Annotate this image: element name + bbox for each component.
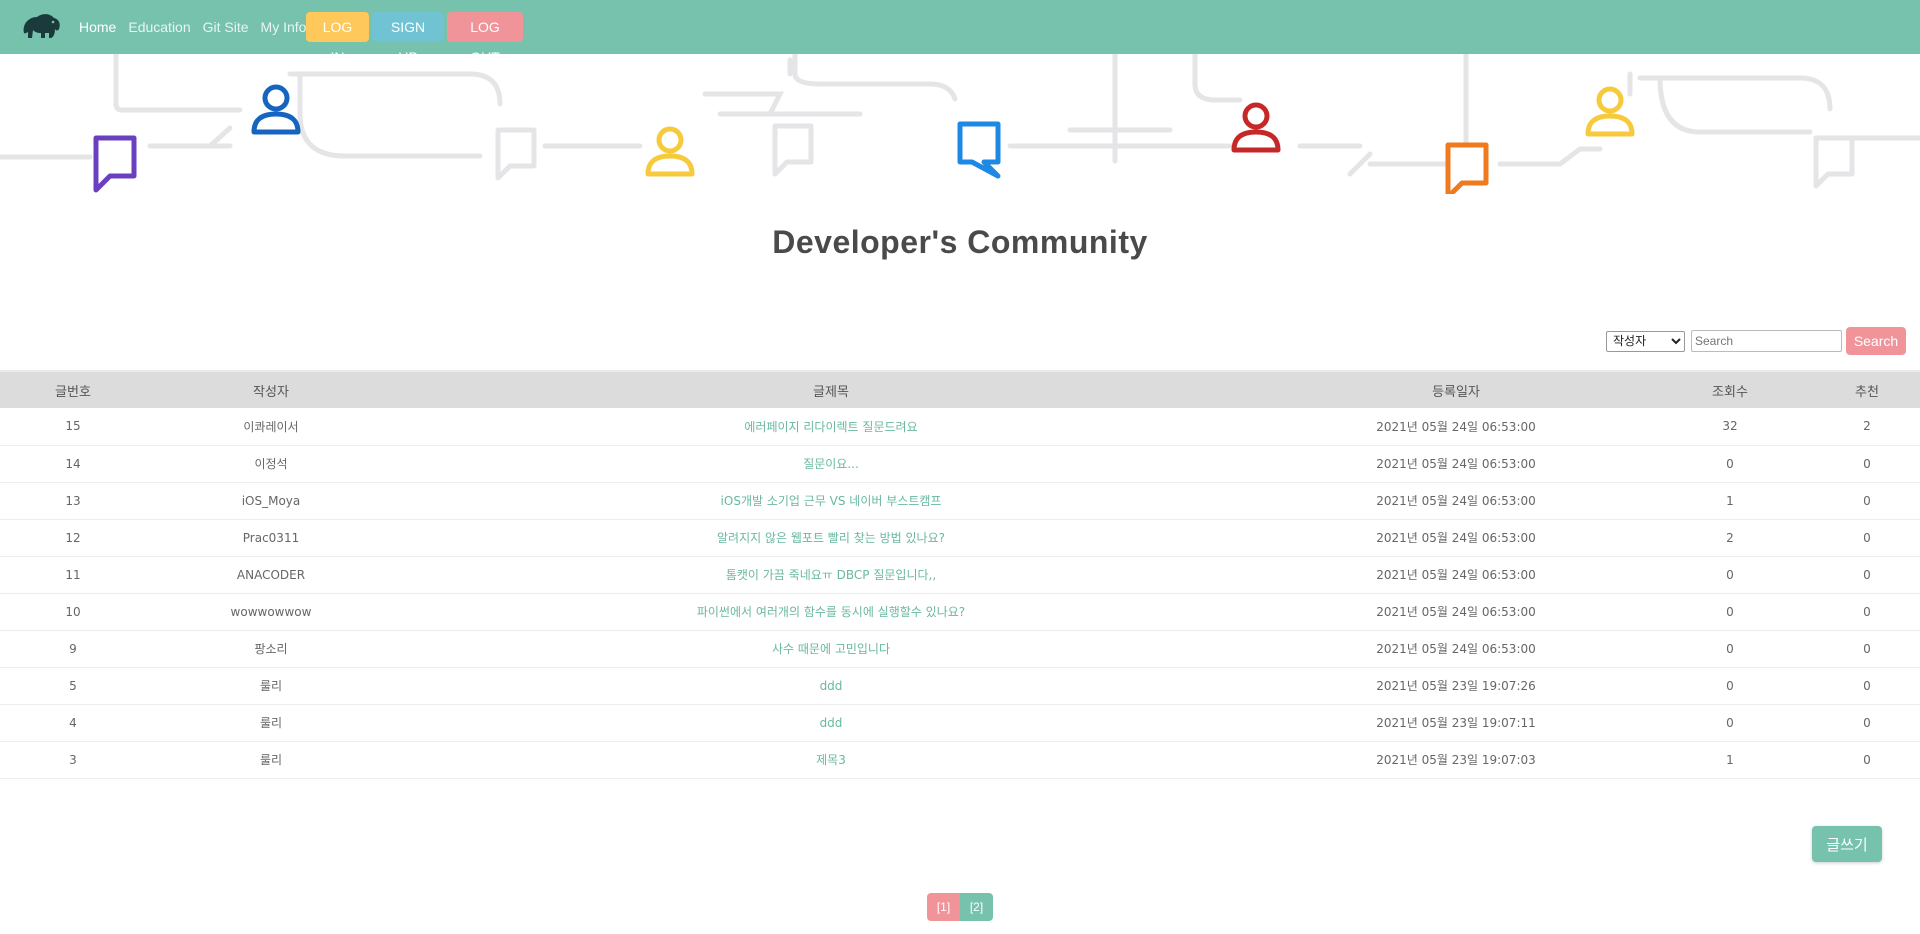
post-views: 0 [1646,630,1814,668]
table-row[interactable]: 9 팡소리 사수 때문에 고민입니다 2021년 05월 24일 06:53:0… [0,630,1920,668]
post-views: 0 [1646,704,1814,742]
post-title-link[interactable]: 파이썬에서 여러개의 함수를 동시에 실행할수 있나요? [396,593,1266,631]
post-views: 0 [1646,667,1814,705]
post-recommend: 0 [1814,667,1920,705]
post-recommend: 0 [1814,593,1920,631]
signup-button[interactable]: SIGN UP [372,12,444,65]
post-number: 4 [0,704,146,742]
post-views: 0 [1646,593,1814,631]
table-header-row: 글번호 작성자 글제목 등록일자 조회수 추천 [0,371,1920,408]
table-row[interactable]: 5 룰리 ddd 2021년 05월 23일 19:07:26 0 0 [0,667,1920,705]
nav-link-home[interactable]: Home [79,19,116,35]
post-number: 10 [0,593,146,631]
post-date: 2021년 05월 24일 06:53:00 [1266,482,1646,520]
post-number: 13 [0,482,146,520]
post-recommend: 0 [1814,519,1920,557]
post-recommend: 0 [1814,445,1920,483]
post-title-link[interactable]: 사수 때문에 고민입니다 [396,630,1266,668]
header-writer: 작성자 [253,384,289,400]
top-navbar: Home Education Git Site My Info LOG IN S… [0,0,1920,65]
post-recommend: 0 [1814,741,1920,779]
search-bar: 작성자 Search [1606,327,1906,355]
post-number: 12 [0,519,146,557]
post-writer: 팡소리 [146,630,396,668]
post-writer: ANACODER [146,556,396,594]
search-input[interactable] [1691,330,1842,352]
post-recommend: 0 [1814,556,1920,594]
nav-link-education[interactable]: Education [128,19,190,35]
table-row[interactable]: 4 룰리 ddd 2021년 05월 23일 19:07:11 0 0 [0,704,1920,742]
pagination: [1] [2] [927,893,993,921]
post-number: 11 [0,556,146,594]
login-button[interactable]: LOG IN [306,12,369,65]
table-row[interactable]: 13 iOS_Moya iOS개발 소기업 근무 VS 네이버 부스트캠프 20… [0,482,1920,520]
page-1-button[interactable]: [1] [927,893,960,921]
post-views: 32 [1646,408,1814,446]
page-2-button[interactable]: [2] [960,893,993,921]
elephant-logo-icon[interactable] [20,11,62,41]
post-date: 2021년 05월 24일 06:53:00 [1266,593,1646,631]
post-writer: 룰리 [146,704,396,742]
post-writer: 이정석 [146,445,396,483]
table-row[interactable]: 15 이콰레이서 에러페이지 리다이렉트 질문드려요 2021년 05월 24일… [0,408,1920,446]
post-views: 0 [1646,556,1814,594]
post-views: 1 [1646,741,1814,779]
nav-link-git-site[interactable]: Git Site [203,19,249,35]
header-date: 등록일자 [1432,384,1480,400]
post-recommend: 0 [1814,482,1920,520]
table-row[interactable]: 11 ANACODER 톰캣이 가끔 죽네요ㅠ DBCP 질문입니다,, 202… [0,556,1920,594]
search-button[interactable]: Search [1846,327,1906,355]
post-writer: iOS_Moya [146,482,396,520]
post-date: 2021년 05월 23일 19:07:26 [1266,667,1646,705]
post-number: 5 [0,667,146,705]
table-row[interactable]: 12 Prac0311 알려지지 않은 웹포트 빨리 찾는 방법 있나요? 20… [0,519,1920,557]
table-row[interactable]: 3 룰리 제목3 2021년 05월 23일 19:07:03 1 0 [0,741,1920,779]
post-table: 글번호 작성자 글제목 등록일자 조회수 추천 15 이콰레이서 에러페이지 리… [0,370,1920,779]
post-date: 2021년 05월 24일 06:53:00 [1266,445,1646,483]
post-recommend: 2 [1814,408,1920,446]
table-row[interactable]: 14 이정석 질문이요... 2021년 05월 24일 06:53:00 0 … [0,445,1920,483]
header-title: 글제목 [813,384,849,400]
post-views: 0 [1646,445,1814,483]
post-title-link[interactable]: 알려지지 않은 웹포트 빨리 찾는 방법 있나요? [396,519,1266,557]
post-writer: Prac0311 [146,519,396,557]
community-hero-banner [0,54,1920,194]
table-row[interactable]: 10 wowwowwow 파이썬에서 여러개의 함수를 동시에 실행할수 있나요… [0,593,1920,631]
logout-button[interactable]: LOG OUT [447,12,523,65]
post-title-link[interactable]: 제목3 [396,741,1266,779]
post-writer: 이콰레이서 [146,408,396,446]
nav-link-my-info[interactable]: My Info [261,19,307,35]
write-post-button[interactable]: 글쓰기 [1812,826,1882,862]
post-title-link[interactable]: 톰캣이 가끔 죽네요ㅠ DBCP 질문입니다,, [396,556,1266,594]
post-title-link[interactable]: ddd [396,704,1266,742]
post-date: 2021년 05월 23일 19:07:11 [1266,704,1646,742]
post-views: 1 [1646,482,1814,520]
post-number: 9 [0,630,146,668]
post-title-link[interactable]: iOS개발 소기업 근무 VS 네이버 부스트캠프 [396,482,1266,520]
post-title-link[interactable]: 에러페이지 리다이렉트 질문드려요 [396,408,1266,446]
post-date: 2021년 05월 24일 06:53:00 [1266,519,1646,557]
post-date: 2021년 05월 24일 06:53:00 [1266,556,1646,594]
post-writer: 룰리 [146,667,396,705]
post-number: 14 [0,445,146,483]
header-views: 조회수 [1712,384,1748,400]
post-recommend: 0 [1814,704,1920,742]
post-date: 2021년 05월 23일 19:07:03 [1266,741,1646,779]
post-writer: 룰리 [146,741,396,779]
post-recommend: 0 [1814,630,1920,668]
post-date: 2021년 05월 24일 06:53:00 [1266,408,1646,446]
post-number: 3 [0,741,146,779]
post-writer: wowwowwow [146,593,396,631]
post-views: 2 [1646,519,1814,557]
page-title: Developer's Community [772,224,1148,260]
post-date: 2021년 05월 24일 06:53:00 [1266,630,1646,668]
header-post-number: 글번호 [55,384,91,400]
post-title-link[interactable]: ddd [396,667,1266,705]
search-type-select[interactable]: 작성자 [1606,330,1685,352]
post-title-link[interactable]: 질문이요... [396,445,1266,483]
header-recommend: 추천 [1855,384,1879,400]
post-number: 15 [0,408,146,446]
